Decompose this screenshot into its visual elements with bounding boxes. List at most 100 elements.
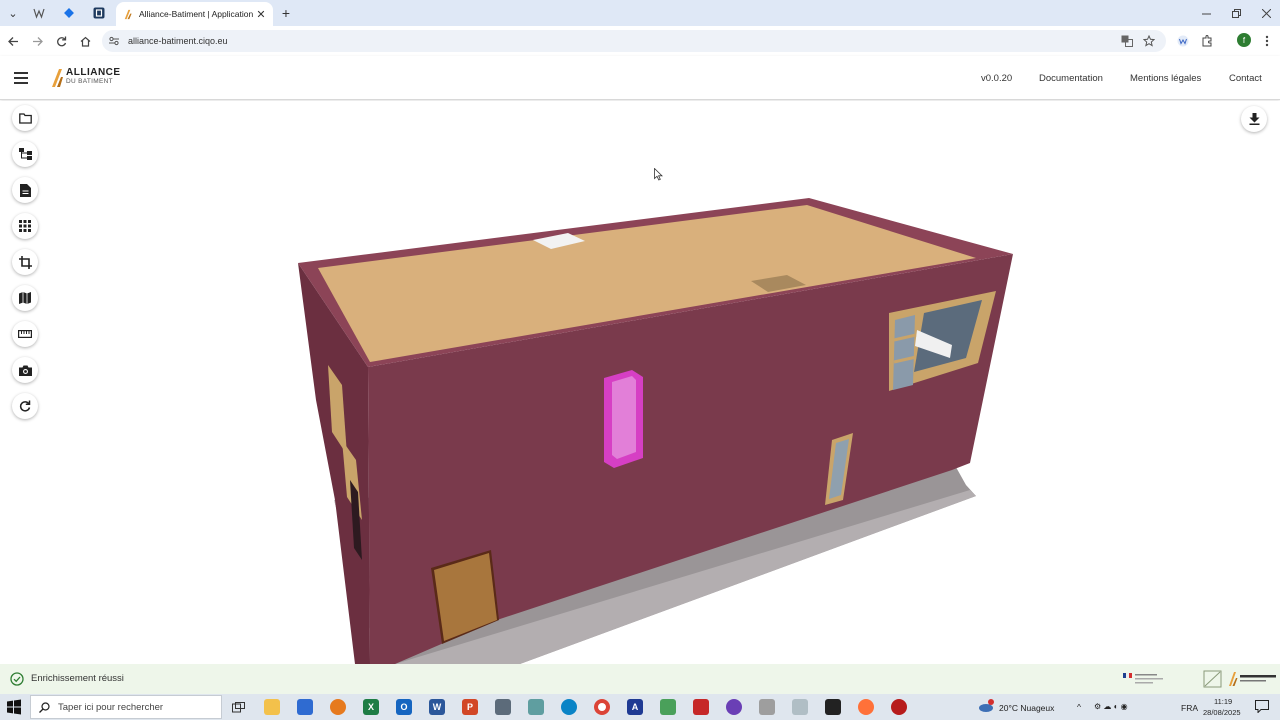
alliance-logo[interactable]: ALLIANCE DU BATIMENT bbox=[50, 67, 162, 89]
language-indicator[interactable]: FRA bbox=[1181, 703, 1198, 713]
download-button[interactable] bbox=[1241, 106, 1267, 132]
crop-icon bbox=[18, 255, 32, 269]
taskbar-search-placeholder: Taper ici pour rechercher bbox=[58, 701, 164, 713]
nav-contact[interactable]: Contact bbox=[1229, 73, 1262, 84]
clock-date[interactable]: 28/08/2025 bbox=[1203, 708, 1241, 717]
taskbar-search[interactable]: Taper ici pour rechercher bbox=[30, 695, 222, 719]
d-app-icon bbox=[93, 7, 105, 19]
file-explorer-icon[interactable] bbox=[264, 699, 280, 715]
tool-measure[interactable] bbox=[12, 321, 38, 347]
reload-icon[interactable] bbox=[52, 32, 70, 50]
tab-search-icon[interactable]: ⌄ bbox=[2, 3, 24, 23]
w-ext-glyph bbox=[1177, 35, 1189, 47]
reload-glyph bbox=[56, 36, 66, 46]
pinned-tab-w[interactable] bbox=[26, 3, 52, 23]
map-icon bbox=[19, 292, 31, 304]
selected-window-glass bbox=[612, 376, 636, 459]
pinned-tab-diamond[interactable] bbox=[56, 3, 82, 23]
tool-reset-view[interactable] bbox=[12, 393, 38, 419]
tool-open-folder[interactable] bbox=[12, 105, 38, 131]
camera-icon bbox=[18, 365, 32, 376]
active-tab-title: Alliance-Batiment | Application bbox=[139, 9, 254, 19]
nav-documentation[interactable]: Documentation bbox=[1039, 73, 1103, 84]
minimize-icon[interactable] bbox=[1190, 0, 1222, 26]
task-view-glyph bbox=[231, 701, 245, 712]
url-text: alliance-batiment.ciqo.eu bbox=[128, 36, 228, 46]
kebab-glyph bbox=[1265, 35, 1269, 47]
document-icon bbox=[19, 183, 31, 197]
chat-app-icon[interactable] bbox=[726, 699, 742, 715]
tray-icons[interactable]: ⚙ ☁ ◐ ◉ bbox=[1094, 702, 1128, 711]
building-model[interactable] bbox=[0, 101, 1280, 664]
tray-chevron-icon[interactable]: ^ bbox=[1077, 702, 1081, 712]
restore-icon[interactable] bbox=[1220, 0, 1252, 26]
ruler-icon bbox=[18, 330, 32, 338]
active-tab[interactable]: Alliance-Batiment | Application ✕ bbox=[116, 2, 273, 26]
tool-plan-map[interactable] bbox=[12, 285, 38, 311]
red-app-icon[interactable] bbox=[891, 699, 907, 715]
outlook-icon[interactable]: O bbox=[396, 699, 412, 715]
address-bar[interactable]: alliance-batiment.ciqo.eu bbox=[102, 30, 1166, 52]
tool-structure-tree[interactable] bbox=[12, 141, 38, 167]
bookmark-star-icon[interactable] bbox=[1140, 32, 1158, 50]
weather-text[interactable]: 20°C Nuageux bbox=[999, 703, 1054, 713]
close-window-icon[interactable] bbox=[1250, 0, 1280, 26]
nav-mentions-legales[interactable]: Mentions légales bbox=[1130, 73, 1201, 84]
weather-cloud-icon bbox=[979, 699, 994, 712]
windows-start-icon[interactable] bbox=[6, 699, 22, 715]
app-header: ALLIANCE DU BATIMENT v0.0.20 Documentati… bbox=[0, 56, 1280, 100]
browser-menu-icon[interactable] bbox=[1258, 32, 1276, 50]
edge-icon[interactable] bbox=[561, 699, 577, 715]
task-view-icon[interactable] bbox=[230, 699, 246, 715]
translate-icon[interactable] bbox=[1118, 32, 1136, 50]
extension-w-icon[interactable] bbox=[1174, 32, 1192, 50]
tool-section-crop[interactable] bbox=[12, 249, 38, 275]
minimize-glyph bbox=[1201, 13, 1211, 14]
folder-icon bbox=[18, 112, 32, 124]
windows-taskbar: Taper ici pour rechercher X O W P A 20°C… bbox=[0, 694, 1280, 720]
new-tab-button[interactable]: + bbox=[278, 3, 294, 23]
terminal-app-icon[interactable] bbox=[825, 699, 841, 715]
chrome-icon[interactable] bbox=[594, 699, 610, 715]
firefox-dev-icon[interactable] bbox=[330, 699, 346, 715]
extensions-puzzle-icon[interactable] bbox=[1198, 32, 1216, 50]
profile-avatar[interactable]: f bbox=[1237, 33, 1251, 47]
status-message: Enrichissement réussi bbox=[31, 673, 124, 684]
partner-logo bbox=[1203, 670, 1222, 688]
powerpoint-icon[interactable]: P bbox=[462, 699, 478, 715]
tool-app-icon[interactable] bbox=[495, 699, 511, 715]
hamburger-menu-icon[interactable] bbox=[14, 72, 28, 84]
success-check-icon bbox=[10, 672, 24, 686]
forward-glyph bbox=[32, 36, 43, 46]
autodesk-icon[interactable]: A bbox=[627, 699, 643, 715]
site-info-icon[interactable] bbox=[108, 35, 120, 47]
notepad-icon[interactable] bbox=[660, 699, 676, 715]
store-icon[interactable] bbox=[297, 699, 313, 715]
pinned-tab-d[interactable] bbox=[86, 3, 112, 23]
forward-icon[interactable] bbox=[28, 32, 46, 50]
bim-viewer[interactable] bbox=[0, 101, 1280, 664]
alliance-favicon-icon bbox=[124, 9, 132, 19]
paint-app-icon[interactable] bbox=[528, 699, 544, 715]
tool-properties[interactable] bbox=[12, 177, 38, 203]
logo-text-batiment: DU BATIMENT bbox=[66, 78, 113, 85]
address-bar-row: alliance-batiment.ciqo.eu bbox=[0, 26, 1280, 56]
tool-grid[interactable] bbox=[12, 213, 38, 239]
back-icon[interactable] bbox=[4, 32, 22, 50]
excel-icon[interactable]: X bbox=[363, 699, 379, 715]
browser-tab-strip: ⌄ Alliance-Batiment | Application ✕ + bbox=[0, 0, 1280, 26]
tab-close-icon[interactable]: ✕ bbox=[255, 8, 267, 21]
word-icon[interactable]: W bbox=[429, 699, 445, 715]
firefox-icon[interactable] bbox=[858, 699, 874, 715]
notification-icon[interactable] bbox=[1255, 700, 1269, 713]
screen: ⌄ Alliance-Batiment | Application ✕ + al… bbox=[0, 0, 1280, 720]
government-logo bbox=[1123, 673, 1163, 684]
clock-time[interactable]: 11:19 bbox=[1214, 697, 1232, 706]
w-icon bbox=[33, 8, 45, 19]
home-icon[interactable] bbox=[76, 32, 94, 50]
snipping-icon[interactable] bbox=[759, 699, 775, 715]
settings-app-icon[interactable] bbox=[792, 699, 808, 715]
puzzle-glyph bbox=[1202, 35, 1212, 47]
tool-screenshot[interactable] bbox=[12, 357, 38, 383]
pdf-app-icon[interactable] bbox=[693, 699, 709, 715]
